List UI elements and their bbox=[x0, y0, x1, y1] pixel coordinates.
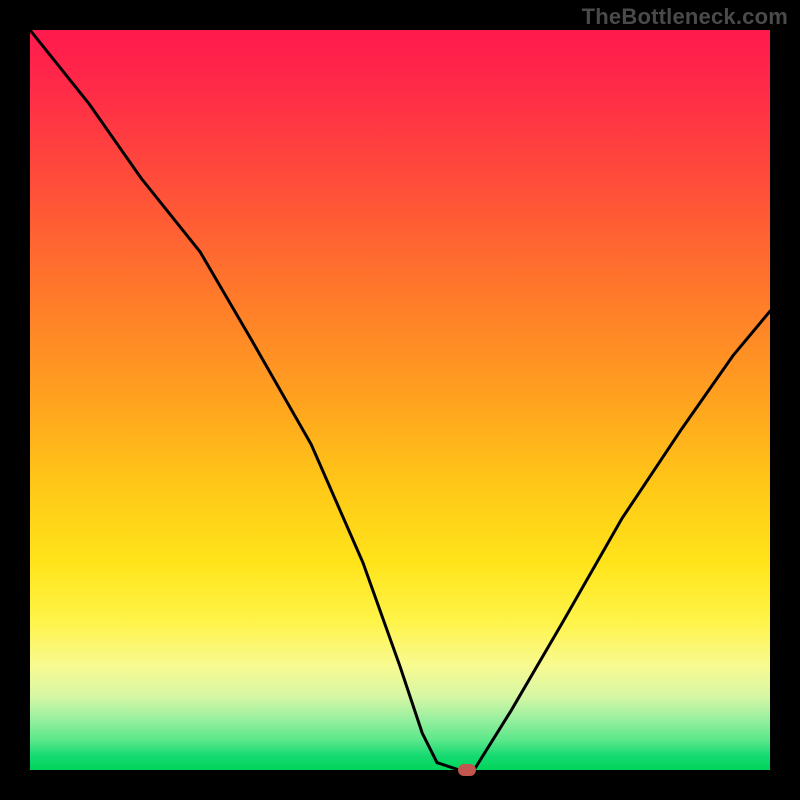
watermark-text: TheBottleneck.com bbox=[582, 4, 788, 30]
bottleneck-curve bbox=[30, 30, 770, 770]
bottleneck-curve-path bbox=[30, 30, 770, 770]
optimum-marker bbox=[458, 764, 476, 776]
chart-frame: TheBottleneck.com bbox=[0, 0, 800, 800]
plot-area bbox=[30, 30, 770, 770]
